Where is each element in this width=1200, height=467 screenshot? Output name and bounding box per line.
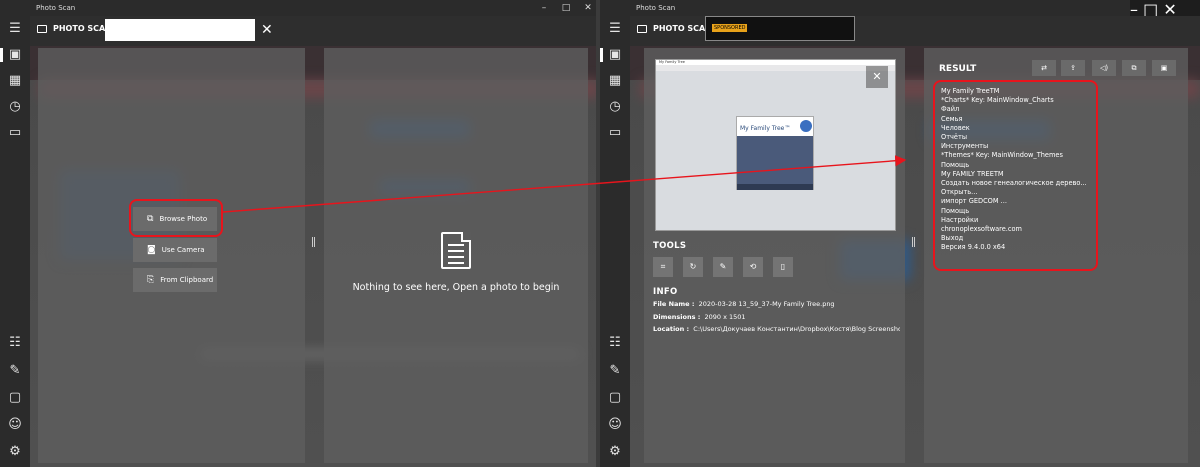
file-name-value: 2020-03-28 13_59_37-My Family Tree.png <box>698 300 835 308</box>
thumb-logo-text: My Family Tree™ <box>740 125 791 132</box>
tools-heading: TOOLS <box>653 241 687 251</box>
location-value: C:\Users\Докучаев Константин\Dropbox\Кос… <box>693 325 900 333</box>
nav-sidebar: ☰ ▣ ▦ ◷ ▭ ☷ ✎ ▢ ☺ ⚙ <box>600 16 630 467</box>
panel-splitter[interactable] <box>912 237 915 247</box>
hamburger-menu-icon[interactable]: ☰ <box>0 16 30 42</box>
image-icon <box>637 24 647 33</box>
camera-icon: ◙ <box>147 245 156 255</box>
title-bar: Photo Scan <box>600 0 1200 16</box>
nav-feedback-icon[interactable]: ☺ <box>0 412 30 438</box>
nav-list-icon[interactable]: ☷ <box>0 330 30 356</box>
nav-photo-scan-icon[interactable]: ▣ <box>600 42 630 68</box>
app-title: PHOTO SCAN <box>637 24 712 33</box>
thumb-footer <box>737 184 813 190</box>
file-name-label: File Name : <box>653 300 695 308</box>
save-icon[interactable]: ▣ <box>1152 60 1176 76</box>
window-title: Photo Scan <box>36 4 76 12</box>
location-label: Location : <box>653 325 690 333</box>
photo-thumbnail[interactable]: My Family Tree My Family Tree™ <box>655 59 896 231</box>
nav-bag-icon[interactable]: ▢ <box>600 385 630 411</box>
maximize-button[interactable]: □ <box>554 1 578 15</box>
image-icon <box>37 24 47 33</box>
save-tool-icon[interactable]: ▯ <box>773 257 793 277</box>
app-title-text: PHOTO SCAN <box>653 24 712 33</box>
nav-screen-icon[interactable]: ▭ <box>600 120 630 146</box>
app-window-left: Photo Scan – □ ✕ PHOTO SCAN ✕ ☰ ▣ ▦ ◷ ▭ … <box>0 0 600 467</box>
swap-icon[interactable]: ⇄ <box>1032 60 1056 76</box>
nav-bag-icon[interactable]: ▢ <box>0 385 30 411</box>
nav-sidebar: ☰ ▣ ▦ ◷ ▭ ☷ ✎ ▢ ☺ ⚙ <box>0 16 30 467</box>
crop-tool-icon[interactable]: ⌗ <box>653 257 673 277</box>
dimensions-label: Dimensions : <box>653 313 701 321</box>
thumb-dialog: My Family Tree™ <box>736 116 814 190</box>
window-controls: – □ ✕ <box>1130 0 1200 19</box>
nav-list-icon[interactable]: ☷ <box>600 330 630 356</box>
close-banner-button[interactable]: ✕ <box>261 22 273 38</box>
minimize-button[interactable]: – <box>532 1 556 15</box>
sponsored-badge: SPONSORED <box>712 24 748 32</box>
ad-banner[interactable]: SPONSORED <box>705 16 855 41</box>
nav-history-icon[interactable]: ◷ <box>600 94 630 120</box>
settings-gear-icon[interactable]: ⚙ <box>600 439 630 465</box>
nav-qr-icon[interactable]: ▦ <box>600 68 630 94</box>
hamburger-menu-icon[interactable]: ☰ <box>600 16 630 42</box>
nav-qr-icon[interactable]: ▦ <box>0 68 30 94</box>
annotation-highlight-result <box>933 80 1098 271</box>
share-icon[interactable]: ⇪ <box>1061 60 1085 76</box>
use-camera-button[interactable]: ◙ Use Camera <box>133 238 217 262</box>
info-dimensions: Dimensions : 2090 x 1501 <box>653 313 746 321</box>
nav-history-icon[interactable]: ◷ <box>0 94 30 120</box>
edit-tool-icon[interactable]: ✎ <box>713 257 733 277</box>
dimensions-value: 2090 x 1501 <box>704 313 746 321</box>
title-bar: Photo Scan – □ ✕ <box>0 0 600 16</box>
nav-pin-icon[interactable]: ✎ <box>600 358 630 384</box>
from-clipboard-label: From Clipboard <box>160 276 214 284</box>
info-heading: INFO <box>653 287 678 297</box>
nav-feedback-icon[interactable]: ☺ <box>600 412 630 438</box>
copy-icon[interactable]: ⧉ <box>1122 60 1146 76</box>
thumb-logo-icon <box>800 120 812 132</box>
settings-gear-icon[interactable]: ⚙ <box>0 439 30 465</box>
close-photo-button[interactable]: ✕ <box>866 66 888 88</box>
app-title-text: PHOTO SCAN <box>53 24 112 33</box>
app-title: PHOTO SCAN <box>37 24 112 33</box>
use-camera-label: Use Camera <box>161 246 205 254</box>
document-icon <box>441 232 471 269</box>
panel-splitter[interactable] <box>312 237 315 247</box>
thumb-title: My Family Tree <box>659 60 685 64</box>
speak-icon[interactable]: ◁) <box>1092 60 1116 76</box>
nav-screen-icon[interactable]: ▭ <box>0 120 30 146</box>
result-heading: RESULT <box>939 64 977 74</box>
thumb-menu-list <box>737 136 813 184</box>
empty-state-message: Nothing to see here, Open a photo to beg… <box>352 282 560 293</box>
thumb-menubar <box>656 65 895 71</box>
rotate-tool-icon[interactable]: ↻ <box>683 257 703 277</box>
nav-photo-scan-icon[interactable]: ▣ <box>0 42 30 68</box>
ad-banner-box <box>105 19 255 41</box>
info-location: Location : C:\Users\Докучаев Константин\… <box>653 325 900 333</box>
info-file-name: File Name : 2020-03-28 13_59_37-My Famil… <box>653 300 835 308</box>
nav-pin-icon[interactable]: ✎ <box>0 358 30 384</box>
from-clipboard-button[interactable]: ⎘ From Clipboard <box>133 268 217 292</box>
reset-tool-icon[interactable]: ⟲ <box>743 257 763 277</box>
annotation-highlight-browse <box>129 199 223 237</box>
window-title: Photo Scan <box>636 4 676 12</box>
clipboard-icon: ⎘ <box>147 275 155 285</box>
